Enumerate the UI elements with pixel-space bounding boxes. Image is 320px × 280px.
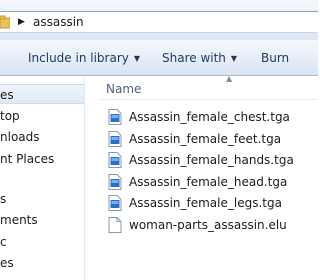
file-item[interactable]: Assassin_female_chest.tga bbox=[108, 107, 308, 127]
tga-image-icon bbox=[108, 109, 122, 125]
command-bar: Include in library ▼ Share with ▼ Burn bbox=[0, 40, 318, 76]
nav-item-label: nt Places bbox=[0, 152, 55, 166]
nav-item-label: nloads bbox=[0, 130, 40, 144]
share-with-button[interactable]: Share with ▼ bbox=[162, 40, 237, 76]
file-item[interactable]: Assassin_female_feet.tga bbox=[108, 129, 308, 149]
nav-item-label: ments bbox=[0, 213, 38, 227]
file-item[interactable]: Assassin_female_head.tga bbox=[108, 172, 308, 192]
nav-item-favorites[interactable]: es bbox=[0, 84, 84, 104]
nav-item-label: s bbox=[0, 192, 7, 206]
nav-item-label: c bbox=[0, 235, 7, 249]
tga-image-icon bbox=[108, 174, 122, 190]
file-list-pane: Name ▲ Assassin_female_chest.tga Assassi… bbox=[86, 74, 318, 280]
nav-item-label: es bbox=[0, 88, 14, 102]
breadcrumb-item-assassin[interactable]: assassin bbox=[33, 12, 84, 32]
navigation-pane: es top nloads nt Places s ments c es bbox=[0, 77, 85, 280]
file-item[interactable]: woman-parts_assassin.elu bbox=[108, 215, 308, 235]
share-with-label: Share with bbox=[162, 51, 226, 65]
column-divider bbox=[100, 99, 318, 100]
tga-image-icon bbox=[108, 152, 122, 168]
breadcrumb-arrow-icon[interactable]: ▶ bbox=[18, 13, 28, 31]
tga-image-icon bbox=[108, 131, 122, 147]
burn-button[interactable]: Burn bbox=[261, 40, 289, 76]
column-header-name[interactable]: Name bbox=[106, 80, 141, 98]
file-name: Assassin_female_head.tga bbox=[129, 175, 288, 189]
burn-label: Burn bbox=[261, 51, 290, 65]
nav-item-label: es bbox=[0, 256, 14, 270]
include-in-library-label: Include in library bbox=[28, 51, 129, 65]
file-name: Assassin_female_legs.tga bbox=[129, 196, 282, 210]
generic-file-icon bbox=[108, 217, 122, 233]
tga-image-icon bbox=[108, 195, 122, 211]
file-item[interactable]: Assassin_female_legs.tga bbox=[108, 193, 308, 213]
chevron-down-icon: ▼ bbox=[133, 54, 141, 63]
file-item[interactable]: Assassin_female_hands.tga bbox=[108, 150, 308, 170]
include-in-library-button[interactable]: Include in library ▼ bbox=[28, 40, 140, 76]
file-name: Assassin_female_chest.tga bbox=[129, 110, 290, 124]
nav-item-label: top bbox=[0, 109, 20, 123]
sort-up-icon: ▲ bbox=[226, 74, 233, 83]
breadcrumb[interactable]: ▶ assassin bbox=[0, 11, 318, 33]
address-bar: ▶ assassin bbox=[0, 0, 318, 40]
chevron-down-icon: ▼ bbox=[230, 54, 238, 63]
file-name: Assassin_female_feet.tga bbox=[129, 132, 282, 146]
folder-icon bbox=[0, 15, 10, 29]
file-name: Assassin_female_hands.tga bbox=[129, 153, 294, 167]
file-name: woman-parts_assassin.elu bbox=[129, 218, 287, 232]
